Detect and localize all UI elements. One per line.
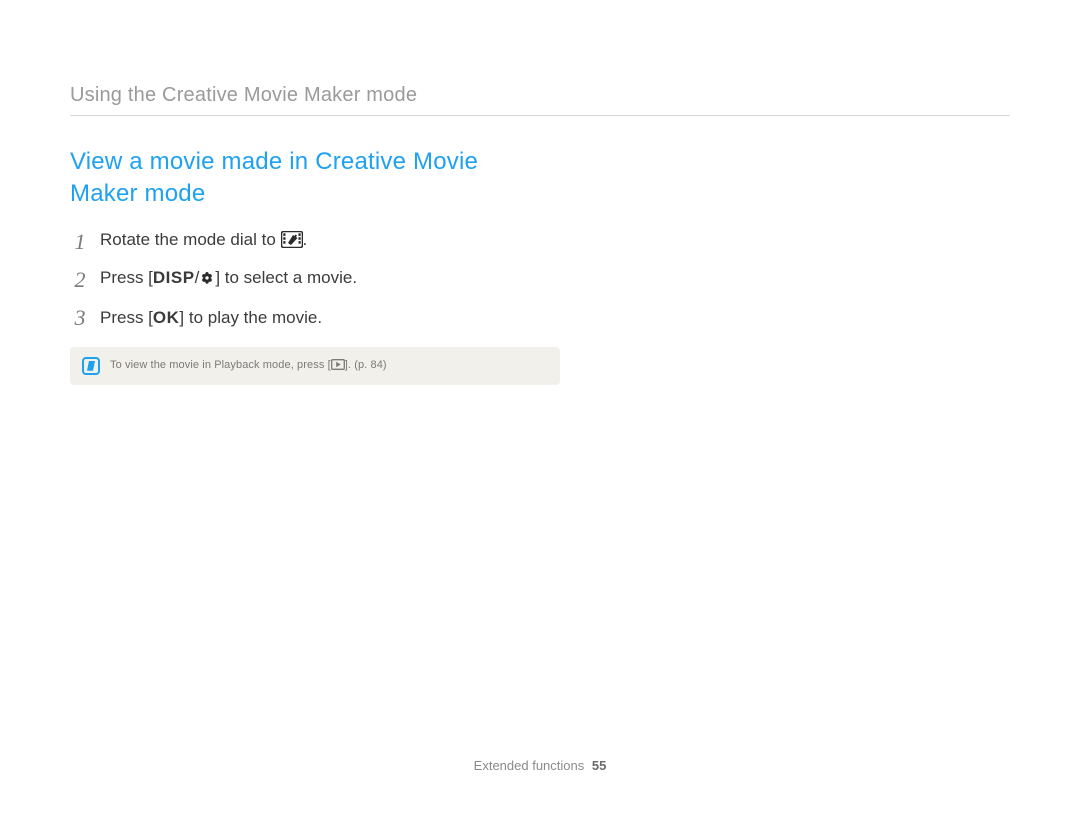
note-icon [82,357,100,375]
footer-section-label: Extended functions [474,758,585,773]
step-text-segment: ] to select a movie. [215,268,357,287]
page-header-title: Using the Creative Movie Maker mode [70,84,1010,116]
step-text: Press [DISP/ ] to select a movie. [100,268,357,291]
step-text-segment: Rotate the mode dial to [100,230,281,249]
footer-page-number: 55 [592,758,606,773]
note-box: To view the movie in Playback mode, pres… [70,347,560,385]
section-heading: View a movie made in Creative Movie Make… [70,146,550,211]
step-number: 1 [70,229,90,255]
page-container: Using the Creative Movie Maker mode View… [0,0,1080,815]
playback-icon [331,359,345,373]
step-text-segment: ] to play the movie. [179,308,322,327]
step-text-segment: Press [ [100,268,153,287]
page-footer: Extended functions 55 [0,758,1080,773]
note-text-segment: ]. (p. 84) [345,359,387,371]
step-text: Rotate the mode dial to . [100,230,307,253]
step-text-segment: . [303,230,308,249]
step-row: 2 Press [DISP/ ] to select a movie. [70,267,1010,293]
note-text-segment: To view the movie in Playback mode, pres… [110,359,331,371]
step-number: 3 [70,305,90,331]
disp-button-label: DISP [153,268,195,287]
step-number: 2 [70,267,90,293]
macro-flower-icon [199,270,215,291]
step-row: 1 Rotate the mode dial to . [70,229,1010,255]
step-row: 3 Press [OK] to play the movie. [70,305,1010,331]
note-text: To view the movie in Playback mode, pres… [110,359,387,373]
step-list: 1 Rotate the mode dial to . [70,229,1010,331]
step-text-segment: Press [ [100,308,153,327]
film-edit-icon [281,231,303,253]
step-text: Press [OK] to play the movie. [100,308,322,328]
ok-button-label: OK [153,308,180,327]
